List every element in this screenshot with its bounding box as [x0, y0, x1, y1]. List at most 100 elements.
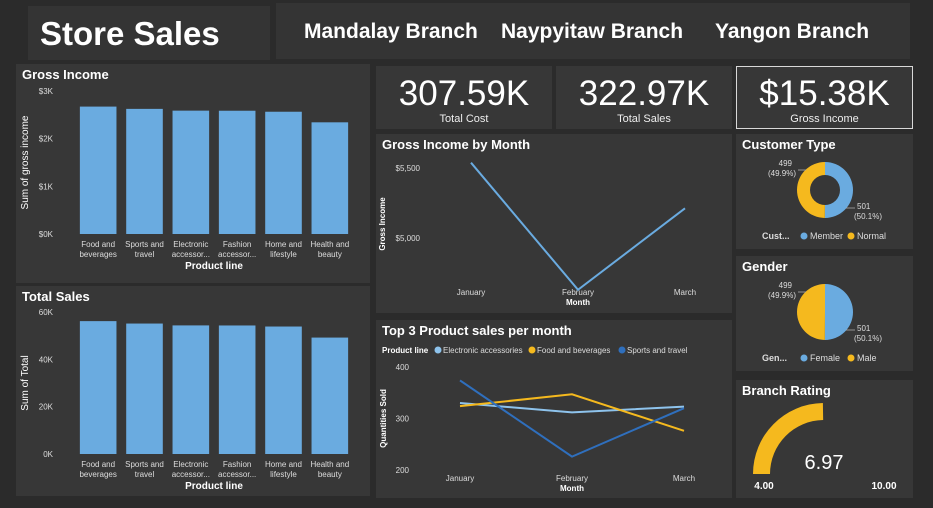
- bar: [172, 110, 210, 234]
- branch-button-naypyitaw[interactable]: Naypyitaw Branch: [501, 20, 683, 44]
- series-line: [470, 162, 686, 292]
- legend-label: Food and beverages: [537, 346, 610, 355]
- data-label: 501: [857, 324, 871, 333]
- y-tick-label: $3K: [39, 87, 54, 96]
- gross-income-bar-chart: $0K$1K$2K$3KSum of gross incomeFood andb…: [20, 87, 349, 272]
- x-axis-title: Product line: [185, 481, 243, 492]
- y-tick-label: $0K: [39, 230, 54, 239]
- y-axis-title: Sum of Total: [20, 355, 31, 410]
- x-tick-label: accessor...: [218, 470, 256, 479]
- bar: [79, 106, 117, 234]
- bar: [172, 325, 210, 454]
- x-axis-title: Month: [566, 298, 590, 307]
- x-tick-label: accessor...: [172, 470, 210, 479]
- branch-rating-gauge: 6.97 4.00 10.00: [753, 403, 897, 492]
- x-tick-label: January: [457, 288, 485, 297]
- x-tick-label: Electronic: [173, 460, 208, 469]
- gender-pie-chart: 499(49.9%) 501(50.1%) Gen... Female Male: [762, 281, 882, 363]
- kpi-total-cost-label: Total Cost: [439, 113, 489, 125]
- y-tick-label: 20K: [39, 403, 54, 412]
- y-tick-label: $2K: [39, 135, 54, 144]
- x-tick-label: Food and: [81, 240, 115, 249]
- x-tick-label: lifestyle: [270, 250, 297, 259]
- y-tick-label: 400: [396, 363, 410, 372]
- y-tick-label: $1K: [39, 182, 54, 191]
- gauge-min-label: 4.00: [754, 481, 774, 492]
- y-tick-label: $5,500: [396, 164, 421, 173]
- customer-type-chart-card[interactable]: Customer Type 499 (49.9%) 501 (50.1%) Cust..…: [736, 134, 913, 249]
- legend-label: Electronic accessories: [443, 346, 523, 355]
- title-card: Store Sales: [28, 6, 270, 60]
- series-line: [459, 379, 685, 458]
- x-tick-label: travel: [135, 470, 155, 479]
- bar: [265, 326, 302, 454]
- y-tick-label: 0K: [43, 450, 53, 459]
- x-axis-title: Product line: [185, 261, 243, 272]
- kpi-total-sales-card: 322.97K Total Sales: [556, 66, 732, 129]
- x-tick-label: beverages: [79, 250, 116, 259]
- legend-marker: [800, 354, 808, 362]
- total-sales-bar-chart: 0K 20K 40K 60K Sum of Total Food andbeverages…: [20, 308, 349, 492]
- page-title: Store Sales: [40, 15, 220, 52]
- data-label: (50.1%): [854, 334, 882, 343]
- y-axis-title: Sum of gross income: [20, 115, 31, 209]
- x-tick-label: Home and: [265, 240, 302, 249]
- x-tick-label: Fashion: [223, 240, 251, 249]
- gender-chart-card[interactable]: Gender 499 (49.9%) 501 (50.1%) Gen... Female M…: [736, 256, 913, 371]
- x-tick-label: lifestyle: [270, 470, 297, 479]
- gross-income-chart-card[interactable]: Gross Income $0K $1K $2K $3K Sum of gross in…: [16, 64, 370, 283]
- x-tick-label: March: [674, 288, 696, 297]
- legend-label: Female: [810, 353, 840, 363]
- bar: [265, 111, 302, 234]
- data-label: (49.9%): [768, 291, 796, 300]
- gross-by-month-chart-card[interactable]: Gross Income by Month $5,000 $5,500 Januar…: [376, 134, 732, 313]
- legend-label: Male: [857, 353, 877, 363]
- data-label: (49.9%): [768, 169, 796, 178]
- x-tick-label: January: [446, 474, 474, 483]
- x-tick-label: March: [673, 474, 695, 483]
- bar: [126, 108, 163, 234]
- x-tick-label: Food and: [81, 460, 115, 469]
- bar: [126, 323, 163, 454]
- bar: [218, 325, 256, 454]
- legend-label: Normal: [857, 231, 886, 241]
- x-tick-label: Electronic: [173, 240, 208, 249]
- y-tick-label: 200: [396, 466, 410, 475]
- data-label: 501: [857, 202, 871, 211]
- branch-bar: Mandalay Branch Naypyitaw Branch Yangon …: [276, 3, 910, 59]
- kpi-total-sales-value: 322.97K: [578, 74, 710, 113]
- branch-button-yangon[interactable]: Yangon Branch: [715, 20, 869, 44]
- branch-rating-card[interactable]: Branch Rating 6.97 4.00 10.00: [736, 380, 913, 498]
- branch-button-mandalay[interactable]: Mandalay Branch: [304, 20, 478, 44]
- kpi-total-cost-value: 307.59K: [398, 74, 530, 113]
- x-tick-label: Health and: [310, 460, 349, 469]
- x-tick-label: February: [556, 474, 588, 483]
- x-tick-label: beauty: [318, 250, 342, 259]
- gross-by-month-line-chart: $5,000$5,500January February MarchMonthGro…: [378, 162, 696, 307]
- x-tick-label: Fashion: [223, 460, 251, 469]
- gauge-value: 6.97: [805, 452, 844, 474]
- bar: [311, 122, 349, 234]
- top3-products-line-chart: 200 300 400 January February March Month Quanti…: [379, 346, 695, 493]
- x-tick-label: Home and: [265, 460, 302, 469]
- top3-products-chart-card[interactable]: Top 3 Product sales per month 200 300 400 J…: [376, 320, 732, 498]
- x-tick-label: Health and: [310, 240, 349, 249]
- y-tick-label: 60K: [39, 308, 54, 317]
- legend-marker: [847, 354, 855, 362]
- data-label: 499: [779, 159, 793, 168]
- kpi-total-cost-card: 307.59K Total Cost: [376, 66, 552, 129]
- bar: [79, 321, 117, 454]
- legend-title: Product line: [382, 346, 429, 355]
- y-tick-label: 40K: [39, 355, 54, 364]
- total-sales-chart-card[interactable]: Total Sales 0K 20K 40K 60K Sum of Total Food …: [16, 286, 370, 496]
- x-tick-label: Sports and: [125, 240, 164, 249]
- pie-slice: [824, 284, 853, 340]
- kpi-total-sales-label: Total Sales: [617, 113, 671, 125]
- x-tick-label: beverages: [79, 470, 116, 479]
- legend-title: Gen...: [762, 353, 787, 363]
- y-axis-title: Gross Income: [378, 197, 387, 251]
- donut-hole: [810, 175, 840, 205]
- customer-type-donut-chart: 499(49.9%) 501(50.1%) Cust... Member Normal: [762, 159, 886, 241]
- legend-title: Cust...: [762, 231, 790, 241]
- data-label: (50.1%): [854, 212, 882, 221]
